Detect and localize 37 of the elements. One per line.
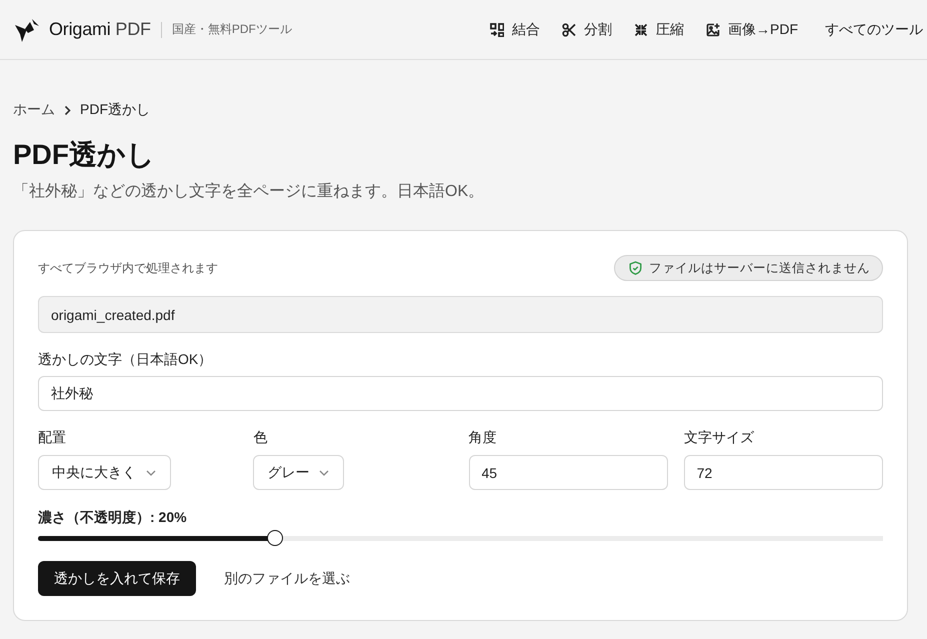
privacy-note: すべてブラウザ内で処理されます (38, 260, 218, 276)
slider-thumb[interactable] (266, 530, 283, 546)
field-label: 文字サイズ (684, 428, 755, 447)
squares-arrow-icon (490, 22, 504, 36)
brand-name[interactable]: Origami PDF (49, 19, 151, 40)
scissors-icon (562, 22, 576, 36)
origami-bird-icon (14, 16, 40, 42)
chevron-down-icon (146, 470, 156, 476)
tagline: 国産・無料PDFツール (172, 21, 292, 38)
shield-check-icon (629, 261, 642, 275)
arrows-inward-icon (634, 22, 648, 36)
nav-link[interactable]: 結合 (490, 20, 540, 38)
field-label: 角度 (468, 428, 498, 447)
select-dropdown[interactable]: グレー (253, 455, 344, 490)
field-label: 透かしの文字（日本語OK） (38, 350, 214, 369)
number-input[interactable]: 45 (468, 455, 668, 490)
badge-text: ファイルはサーバーに送信されません (649, 260, 870, 276)
nav-link[interactable]: 画像→PDF (706, 20, 798, 38)
nav-link[interactable]: 分割 (562, 20, 612, 38)
watermark-text-input[interactable]: 社外秘 (38, 376, 883, 411)
page-subtitle: 「社外秘」などの透かし文字を全ページに重ねます。日本語OK。 (13, 182, 486, 202)
breadcrumb-link[interactable]: ホーム (13, 101, 55, 119)
field-label: 色 (253, 428, 268, 447)
file-name-field: origami_created.pdf (38, 296, 883, 333)
breadcrumb-current: PDF透かし (80, 101, 150, 119)
nav-link[interactable]: すべてのツール (825, 20, 923, 38)
chevron-right-icon (64, 104, 71, 116)
save-button[interactable]: 透かしを入れて保存 (38, 561, 196, 596)
opacity-label: 濃さ（不透明度）: 20% (38, 508, 188, 527)
number-input[interactable]: 72 (684, 455, 883, 490)
image-plus-icon (706, 22, 720, 36)
select-dropdown[interactable]: 中央に大きく (38, 455, 171, 490)
nav-link[interactable]: 圧縮 (634, 20, 684, 38)
choose-file-link[interactable]: 別のファイルを選ぶ (224, 570, 350, 588)
page-title: PDF透かし (13, 138, 156, 172)
field-label: 配置 (38, 428, 67, 447)
chevron-down-icon (319, 470, 330, 476)
